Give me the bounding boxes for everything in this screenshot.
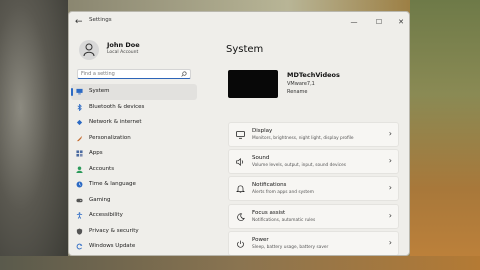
sidebar-item-accessibility[interactable]: Accessibility [71,208,197,224]
wifi-icon [76,119,83,126]
maximize-button[interactable]: ☐ [372,15,386,29]
settings-window: ← Settings — ☐ ✕ John Doe Local Account … [68,11,410,256]
card-subtitle: Sleep, battery usage, battery saver [252,244,329,250]
close-button[interactable]: ✕ [394,15,408,29]
app-title: Settings [89,17,112,23]
chevron-right-icon: › [388,183,392,193]
chevron-right-icon: › [388,129,392,138]
sidebar-nav: System Bluetooth & devices Network & int… [71,84,197,255]
chevron-right-icon: › [388,237,392,247]
globe-clock-icon [76,181,83,188]
title-bar[interactable]: ← Settings — ☐ ✕ [69,12,409,32]
desktop-wallpaper-right [410,0,480,270]
card-title: Notifications [252,182,287,189]
bell-icon [236,185,245,193]
desktop-wallpaper-left [0,0,68,270]
account-name: John Doe [107,41,140,49]
card-title: Power [252,236,269,243]
chevron-right-icon: › [388,210,392,220]
card-subtitle: Notifications, automatic rules [252,217,316,223]
card-focus-assist[interactable]: Focus assist Notifications, automatic ru… [228,203,399,229]
desktop-wallpaper-bottom [0,256,480,270]
chevron-right-icon: › [388,156,392,166]
card-title: Display [252,128,273,134]
bluetooth-icon [77,103,82,111]
monitor-icon [76,88,83,95]
display-icon [236,131,245,139]
avatar[interactable] [79,40,99,60]
sidebar-item-privacy[interactable]: Privacy & security [71,224,197,240]
device-model: VMware7,1 [287,81,315,87]
device-thumbnail [228,70,278,98]
update-icon [76,243,83,250]
sidebar-item-label: Personalization [89,134,131,141]
page-title: System [226,44,264,55]
brush-icon [76,135,83,141]
sidebar-item-accounts[interactable]: Accounts [71,162,197,178]
user-icon [83,43,95,57]
sidebar: John Doe Local Account Find a setting Sy… [69,32,201,255]
shield-icon [76,227,83,235]
search-placeholder: Find a setting [81,71,115,77]
sidebar-item-apps[interactable]: Apps [71,146,197,162]
rename-link[interactable]: Rename [287,89,308,95]
card-subtitle: Volume levels, output, input, sound devi… [252,163,346,169]
speaker-icon [236,158,244,167]
sidebar-item-bluetooth[interactable]: Bluetooth & devices [71,100,197,116]
card-display[interactable]: Display Monitors, brightness, night ligh… [228,122,399,147]
sidebar-item-label: Gaming [89,196,111,203]
apps-icon [76,150,83,157]
sidebar-item-label: Accounts [89,165,115,172]
accessibility-icon [76,212,83,219]
gamepad-icon [76,198,83,202]
card-power[interactable]: Power Sleep, battery usage, battery save… [228,230,399,255]
sidebar-item-label: Apps [89,150,103,156]
moon-icon [237,213,245,221]
sidebar-item-label: Privacy & security [89,227,139,234]
sidebar-item-windows-update[interactable]: Windows Update [71,239,197,255]
sidebar-item-label: Windows Update [89,243,136,249]
sidebar-item-label: Time & language [89,181,136,187]
search-input[interactable]: Find a setting [77,69,191,79]
sidebar-item-label: Network & internet [89,119,142,125]
sidebar-item-label: Bluetooth & devices [89,103,145,110]
back-arrow-icon[interactable]: ← [75,16,85,28]
power-icon [237,240,244,248]
sidebar-item-gaming[interactable]: Gaming [71,193,197,209]
settings-card-list: Display Monitors, brightness, night ligh… [228,122,399,255]
card-subtitle: Monitors, brightness, night light, displ… [252,136,354,141]
minimize-button[interactable]: — [347,15,361,29]
card-notifications[interactable]: Notifications Alerts from apps and syste… [228,176,399,202]
sidebar-item-time-language[interactable]: Time & language [71,177,197,193]
card-subtitle: Alerts from apps and system [252,190,314,196]
card-sound[interactable]: Sound Volume levels, output, input, soun… [228,149,399,175]
sidebar-item-label: Accessibility [89,212,123,218]
card-title: Focus assist [252,209,286,216]
card-title: Sound [252,155,270,162]
sidebar-item-system[interactable]: System [71,84,197,100]
sidebar-item-network[interactable]: Network & internet [71,115,197,131]
person-icon [76,165,83,173]
main-content: System MDTechVideos VMware7,1 Rename Dis… [221,32,407,255]
sidebar-item-personalization[interactable]: Personalization [71,131,197,147]
device-name: MDTechVideos [287,71,340,79]
account-type: Local Account [107,50,139,55]
sidebar-item-label: System [89,88,110,94]
search-icon[interactable] [181,71,187,77]
